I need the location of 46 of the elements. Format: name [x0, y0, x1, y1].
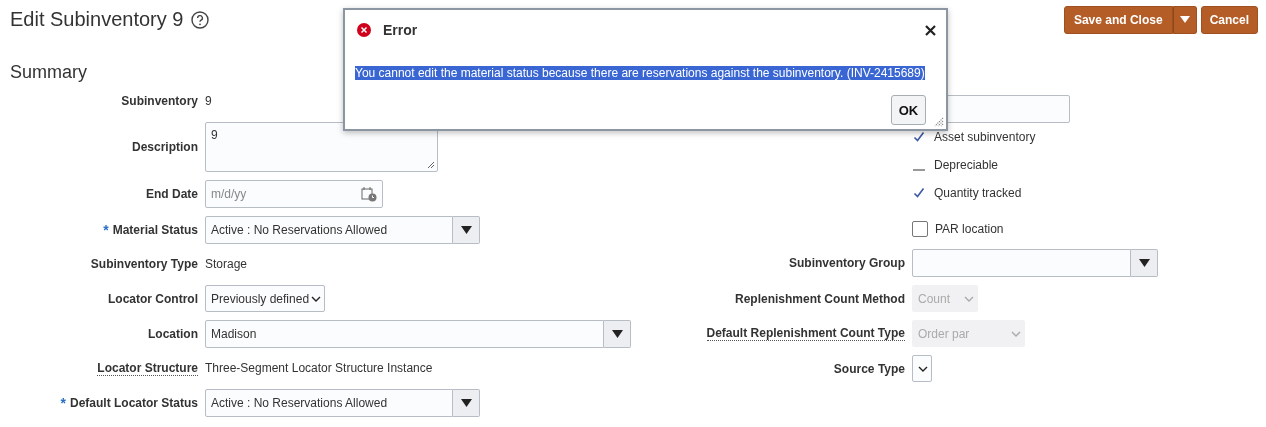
select-field[interactable]: Previously defined	[205, 285, 326, 312]
required-mark: *	[103, 222, 109, 238]
chevron-icon	[1011, 330, 1021, 337]
check-label: Depreciable	[934, 158, 999, 172]
field-label: Default Replenishment Count Type	[706, 326, 905, 341]
error-message: You cannot edit the material status because there are reservations against the subinventory. (INV-2415689)	[355, 66, 925, 80]
chevron-icon	[311, 295, 322, 302]
close-icon[interactable]	[925, 24, 936, 36]
field-label: Subinventory Group	[789, 256, 905, 270]
field-label: Location	[148, 327, 198, 341]
field-label: End Date	[146, 187, 198, 201]
field-label: Locator Structure	[97, 360, 198, 376]
more-actions-button[interactable]	[1172, 6, 1197, 34]
select-field[interactable]	[912, 355, 932, 382]
calendar-icon[interactable]	[361, 186, 377, 202]
resize-grip-icon[interactable]	[934, 117, 944, 127]
description-field[interactable]: 9	[205, 122, 438, 172]
field-label: Default Locator Status	[70, 396, 198, 410]
field-label: Material Status	[112, 223, 198, 237]
page-title: Edit Subinventory 9	[10, 8, 184, 31]
section-title: Summary	[10, 62, 87, 83]
save-and-close-button[interactable]: Save and Close	[1063, 6, 1173, 34]
checkbox-label: PAR location	[935, 222, 1004, 236]
help-icon[interactable]	[191, 10, 210, 29]
required-mark: *	[60, 395, 66, 411]
field-label: Subinventory	[121, 94, 198, 108]
field-label: Description	[132, 140, 198, 154]
field-value: 9	[205, 94, 212, 108]
field-label: Locator Control	[108, 291, 198, 306]
caret-icon	[1179, 16, 1190, 24]
dialog-title: Error	[383, 22, 418, 38]
error-icon	[357, 23, 371, 37]
field-value: Storage	[205, 257, 248, 271]
check-label: Asset subinventory	[934, 130, 1036, 144]
chevron-icon	[918, 365, 928, 372]
ok-button[interactable]: OK	[891, 95, 926, 125]
check-label: Quantity tracked	[934, 186, 1022, 200]
cancel-button[interactable]: Cancel	[1200, 6, 1258, 34]
field-value: Three-Segment Locator Structure Instance	[205, 361, 433, 375]
field-label: Source Type	[833, 361, 905, 376]
field-label: Replenishment Count Method	[735, 291, 905, 306]
date-field[interactable]: m/d/yy	[205, 180, 383, 208]
resize-grip-icon[interactable]	[427, 161, 435, 169]
checkbox[interactable]	[912, 221, 928, 237]
chevron-icon	[964, 295, 974, 302]
field-label: Subinventory Type	[90, 257, 198, 271]
